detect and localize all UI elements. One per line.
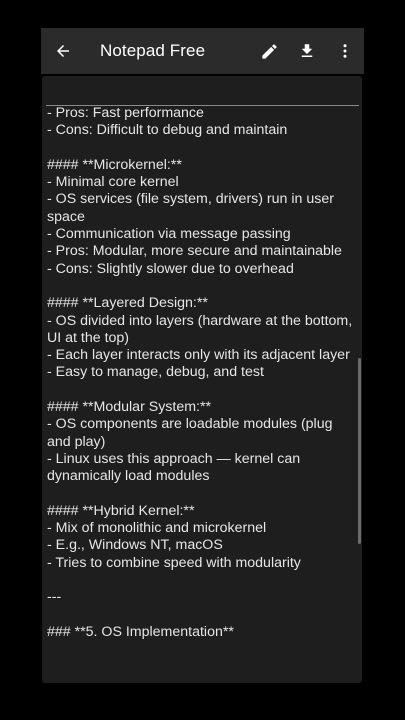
pencil-icon [260,42,279,61]
scrollbar[interactable] [358,358,361,544]
app-bar: Notepad Free [41,28,364,74]
note-text-area[interactable]: - Pros: Fast performance - Cons: Difficul… [47,105,359,641]
note-line: - OS components are loadable modules (pl… [47,416,337,450]
note-line: #### **Hybrid Kernel:** [47,502,195,519]
note-line: - Cons: Difficult to debug and maintain [47,122,288,139]
edit-button[interactable] [250,28,288,74]
screen: Notepad Free - Pros: Fast performance - … [0,0,405,720]
note-line: --- [47,589,62,606]
note-line: - Pros: Fast performance [47,105,204,121]
note-line: - Linux uses this approach — kernel can … [47,450,305,485]
note-editor[interactable]: - Pros: Fast performance - Cons: Difficul… [42,76,362,683]
note-line: - Each layer interacts only with its adj… [47,347,350,364]
note-line: - Mix of monolithic and microkernel [47,520,267,537]
note-line: - OS services (file system, drivers) run… [47,191,338,225]
note-line: - Cons: Slightly slower due to overhead [47,260,294,277]
note-line: - Minimal core kernel [47,174,179,191]
note-line: #### **Modular System:** [47,399,212,416]
note-line: - Pros: Modular, more secure and maintai… [47,243,342,260]
arrow-left-icon [54,42,72,60]
download-icon [298,42,316,60]
toolbar-actions [250,28,364,74]
note-line: - E.g., Windows NT, macOS [47,537,223,554]
note-line: - Easy to manage, debug, and test [47,364,264,381]
note-line: ### **5. OS Implementation** [47,623,234,640]
back-button[interactable] [43,28,83,74]
note-line: - Tries to combine speed with modularity [47,554,301,571]
note-line: - OS divided into layers (hardware at th… [47,312,357,346]
note-line: - Communication via message passing [47,226,291,243]
save-button[interactable] [288,28,326,74]
note-line: #### **Microkernel:** [47,156,182,173]
overflow-menu-button[interactable] [326,28,364,74]
app-title: Notepad Free [100,41,206,60]
more-vert-icon [336,42,354,60]
note-line: #### **Layered Design:** [47,295,208,312]
